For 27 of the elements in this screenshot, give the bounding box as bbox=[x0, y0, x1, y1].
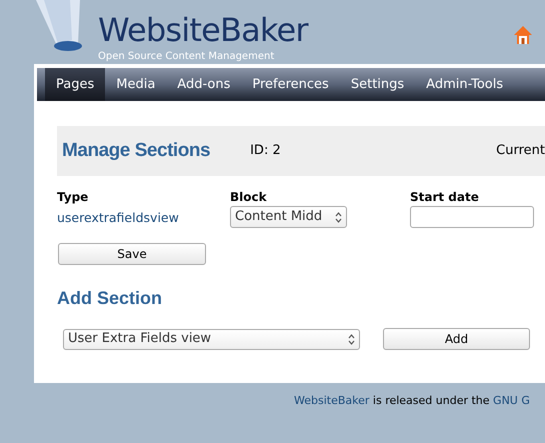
stepper-icon bbox=[348, 334, 355, 344]
date-field[interactable] bbox=[410, 206, 534, 228]
module-select[interactable]: User Extra Fields view bbox=[63, 328, 360, 350]
home-icon[interactable] bbox=[513, 25, 533, 45]
block-select[interactable]: Content Midd bbox=[230, 206, 347, 228]
license-link[interactable]: GNU G bbox=[493, 394, 530, 407]
current-label: Current bbox=[496, 142, 545, 160]
field-label: Block bbox=[230, 190, 268, 204]
nav-tab[interactable]: Pages bbox=[45, 68, 106, 101]
nav-tab[interactable]: Admin-Tools bbox=[415, 68, 514, 101]
nav-tab[interactable]: Media bbox=[105, 68, 166, 101]
field-label: Type bbox=[57, 190, 90, 204]
site-subtitle: Open Source Content Management bbox=[98, 51, 276, 63]
page-id: ID: 2 bbox=[250, 142, 281, 160]
save-button[interactable]: Save bbox=[58, 243, 206, 265]
site-title: WebsiteBaker bbox=[98, 10, 308, 50]
nav-tab[interactable]: Add-ons bbox=[166, 68, 242, 101]
module-link[interactable]: userextrafieldsview bbox=[57, 209, 230, 228]
heading: Add Section bbox=[57, 287, 162, 310]
footer-link[interactable]: WebsiteBaker bbox=[294, 394, 370, 407]
nav-tab[interactable]: Preferences bbox=[241, 68, 340, 101]
stepper-icon bbox=[335, 212, 342, 222]
add-button[interactable]: Add bbox=[383, 328, 530, 350]
footer-text: WebsiteBaker is released under the GNU G bbox=[294, 393, 531, 409]
heading: Manage Sections bbox=[62, 138, 210, 163]
nav-tab[interactable]: Settings bbox=[340, 68, 416, 101]
field-label: Start date bbox=[410, 190, 480, 204]
